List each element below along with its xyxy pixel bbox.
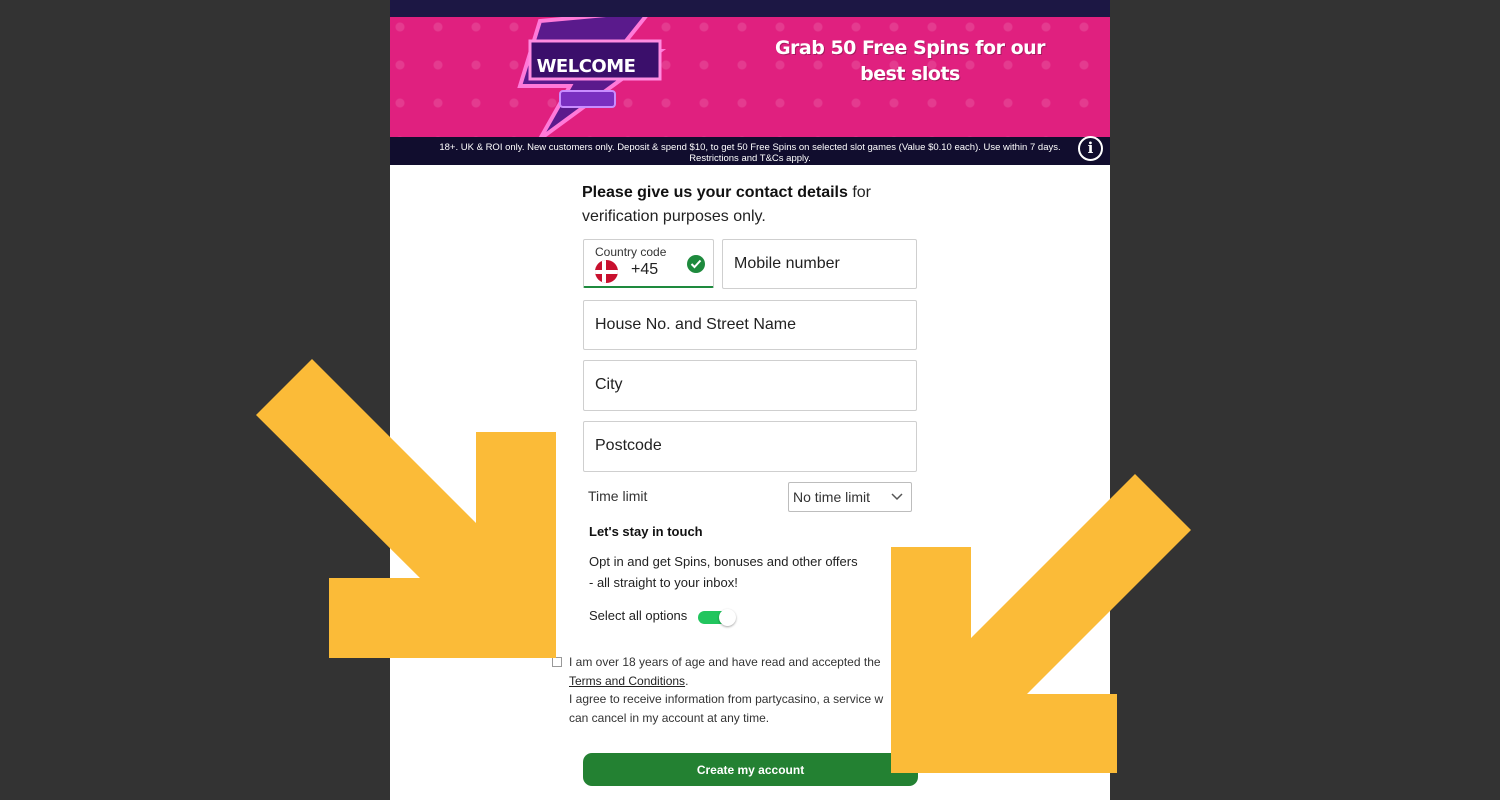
- consent-line-1: I am over 18 years of age and have read …: [569, 655, 881, 669]
- promo-line-1: Grab 50 Free Spins for our: [774, 37, 1046, 59]
- promo-line-2: best slots: [860, 63, 960, 85]
- create-account-button[interactable]: Create my account: [583, 753, 918, 786]
- promo-headline: Grab 50 Free Spins for our best slots: [750, 35, 1070, 87]
- opt-in-line-1: Opt in and get Spins, bonuses and other …: [589, 554, 858, 569]
- terms-and-conditions-link[interactable]: Terms and Conditions: [569, 674, 685, 688]
- mobile-number-field[interactable]: Mobile number: [722, 239, 917, 289]
- postcode-field[interactable]: Postcode: [583, 421, 917, 472]
- age-terms-checkbox[interactable]: [552, 657, 562, 667]
- registration-panel: WELCOME Grab 50 Free Spins for our best …: [390, 0, 1110, 800]
- check-icon: [687, 255, 705, 273]
- top-bar: [390, 0, 1110, 17]
- time-limit-select[interactable]: No time limit: [788, 482, 912, 512]
- consent-terms-line: Terms and Conditions.: [569, 672, 929, 691]
- disclaimer-text: 18+. UK & ROI only. New customers only. …: [439, 142, 1061, 164]
- city-field[interactable]: City: [583, 360, 917, 411]
- country-code-value: +45: [631, 261, 659, 278]
- welcome-text: WELCOME: [536, 56, 636, 77]
- country-code-label: Country code: [595, 245, 667, 259]
- consent-text: I am over 18 years of age and have read …: [569, 653, 929, 727]
- street-address-placeholder: House No. and Street Name: [595, 316, 796, 333]
- terms-suffix: .: [685, 673, 689, 688]
- stay-in-touch-heading: Let's stay in touch: [589, 524, 703, 539]
- time-limit-label: Time limit: [588, 488, 648, 504]
- contact-intro: Please give us your contact details for …: [582, 181, 902, 229]
- opt-in-line-2: - all straight to your inbox!: [589, 575, 738, 590]
- chevron-down-icon: [891, 493, 903, 501]
- consent-line-2: I agree to receive information from part…: [569, 692, 884, 706]
- city-placeholder: City: [595, 376, 623, 393]
- denmark-flag-icon: [595, 260, 618, 283]
- select-all-label: Select all options: [589, 608, 688, 623]
- welcome-banner: WELCOME Grab 50 Free Spins for our best …: [390, 17, 1110, 137]
- consent-line-3: can cancel in my account at any time.: [569, 710, 770, 725]
- toggle-knob: [719, 609, 736, 626]
- welcome-lightning-badge-icon: [517, 17, 667, 137]
- select-all-toggle[interactable]: [698, 609, 738, 626]
- country-code-select[interactable]: Country code +45: [583, 239, 714, 288]
- street-address-field[interactable]: House No. and Street Name: [583, 300, 917, 350]
- mobile-number-placeholder: Mobile number: [734, 255, 840, 272]
- info-icon[interactable]: i: [1078, 136, 1103, 161]
- intro-bold: Please give us your contact details: [582, 184, 848, 201]
- opt-in-description: Opt in and get Spins, bonuses and other …: [589, 551, 889, 593]
- promo-disclaimer: 18+. UK & ROI only. New customers only. …: [390, 137, 1110, 165]
- postcode-placeholder: Postcode: [595, 437, 662, 454]
- time-limit-value: No time limit: [793, 489, 871, 505]
